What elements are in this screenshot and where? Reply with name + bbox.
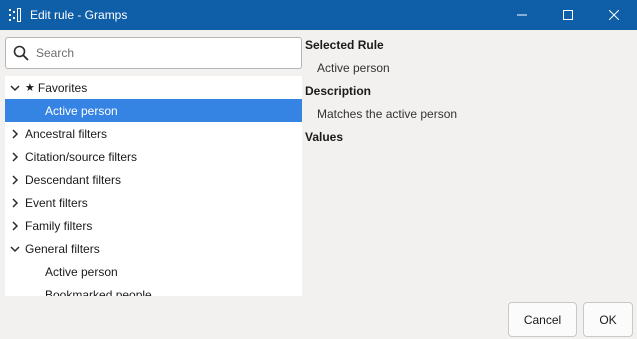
minimize-button[interactable] xyxy=(499,0,545,30)
selected-rule-value: Active person xyxy=(317,61,390,75)
chevron-right-icon[interactable] xyxy=(5,214,25,237)
search-icon xyxy=(6,38,36,68)
close-button[interactable] xyxy=(591,0,637,30)
tree-item-event-filters[interactable]: Event filters xyxy=(5,191,302,214)
tree-item-ancestral-filters[interactable]: Ancestral filters xyxy=(5,122,302,145)
tree-item-bookmarked-people[interactable]: Bookmarked people xyxy=(5,283,302,297)
description-heading: Description xyxy=(305,84,372,98)
tree-item-favorites-active-person[interactable]: Active person xyxy=(5,99,302,122)
tree-item-citation-filters[interactable]: Citation/source filters xyxy=(5,145,302,168)
chevron-right-icon[interactable] xyxy=(5,191,25,214)
tree-item-label: Active person xyxy=(45,264,118,279)
chevron-down-icon[interactable] xyxy=(5,76,25,99)
tree-item-general-active-person[interactable]: Active person xyxy=(5,260,302,283)
tree-item-label: Active person xyxy=(45,103,118,118)
values-heading: Values xyxy=(305,130,344,144)
search-input[interactable] xyxy=(36,39,286,67)
tree-item-label: Favorites xyxy=(37,80,88,95)
star-icon: ★ xyxy=(25,82,35,94)
tree-item-label: Descendant filters xyxy=(25,172,122,187)
rule-tree[interactable]: ★ Favorites Active person Ancestral filt… xyxy=(5,76,302,296)
tree-item-label: Ancestral filters xyxy=(25,126,108,141)
chevron-right-icon[interactable] xyxy=(5,145,25,168)
tree-item-label: Event filters xyxy=(25,195,88,210)
ok-button[interactable]: OK xyxy=(583,302,633,337)
tree-item-family-filters[interactable]: Family filters xyxy=(5,214,302,237)
close-icon xyxy=(609,10,619,20)
chevron-right-icon[interactable] xyxy=(5,168,25,191)
description-value: Matches the active person xyxy=(317,107,458,121)
tree-item-label: General filters xyxy=(25,241,100,256)
window-title: Edit rule - Gramps xyxy=(30,8,128,22)
tree-item-favorites[interactable]: ★ Favorites xyxy=(5,76,302,99)
chevron-down-icon[interactable] xyxy=(5,237,25,260)
gramps-tree-icon xyxy=(0,0,30,30)
minimize-icon xyxy=(517,10,527,20)
maximize-button[interactable] xyxy=(545,0,591,30)
chevron-right-icon[interactable] xyxy=(5,122,25,145)
tree-item-label: Bookmarked people xyxy=(45,287,152,297)
selected-rule-heading: Selected Rule xyxy=(305,38,384,52)
rule-details: Selected Rule Active person Description … xyxy=(305,36,635,147)
maximize-icon xyxy=(563,10,573,20)
tree-item-descendant-filters[interactable]: Descendant filters xyxy=(5,168,302,191)
title-bar: Edit rule - Gramps xyxy=(0,0,637,30)
tree-item-label: Family filters xyxy=(25,218,93,233)
tree-item-general-filters[interactable]: General filters xyxy=(5,237,302,260)
tree-item-label: Citation/source filters xyxy=(25,149,138,164)
cancel-button[interactable]: Cancel xyxy=(508,302,577,337)
search-box[interactable] xyxy=(5,37,302,69)
